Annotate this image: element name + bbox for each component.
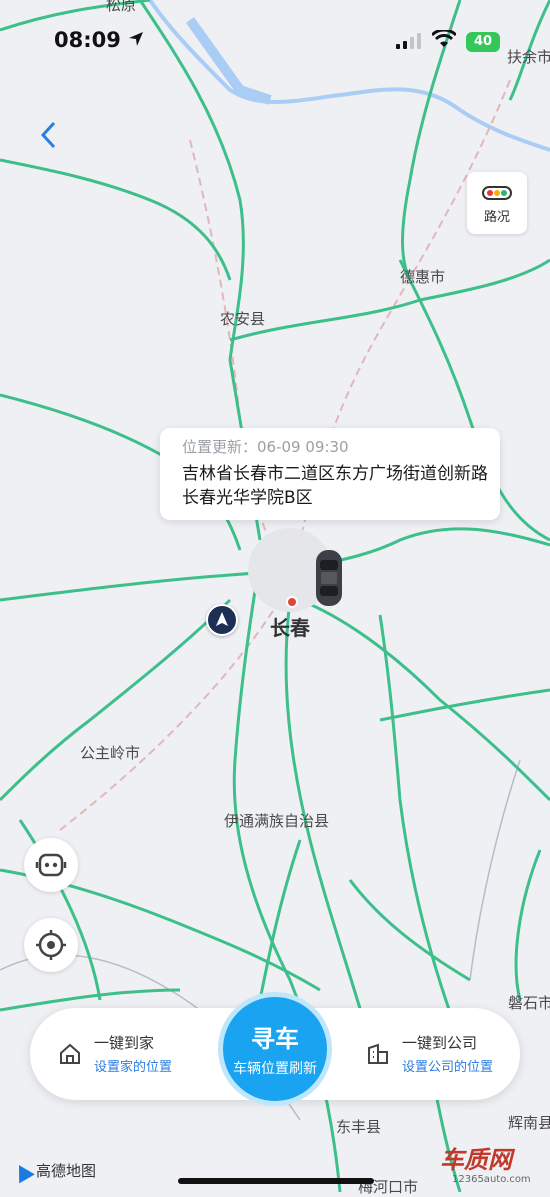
status-time: 08:09 xyxy=(54,28,121,52)
battery-indicator: 40 xyxy=(466,32,500,52)
go-work-button[interactable]: 一键到公司 设置公司的位置 xyxy=(360,1026,520,1082)
city-center-marker xyxy=(286,596,298,608)
chevron-left-icon xyxy=(40,121,56,149)
place-panshi: 磐石市 xyxy=(508,994,550,1012)
place-huinan: 辉南县 xyxy=(508,1114,550,1132)
home-icon xyxy=(60,1043,80,1064)
back-button[interactable] xyxy=(38,120,68,154)
amap-logo-text: 高德地图 xyxy=(36,1162,97,1180)
status-bar: 08:09 40 xyxy=(0,0,550,80)
watermark-logo: 车质网 xyxy=(440,1146,512,1174)
cellular-signal-icon xyxy=(396,33,421,49)
vehicle-location-card: 位置更新：06-09 09:30 吉林省长春市二道区东方广场街道创新路长春光华学… xyxy=(160,428,500,520)
robot-icon xyxy=(35,853,67,877)
amap-logo-icon xyxy=(11,1160,35,1183)
set-home-link[interactable]: 设置家的位置 xyxy=(94,1056,172,1075)
go-home-button[interactable]: 一键到家 设置家的位置 xyxy=(52,1026,212,1082)
traffic-label: 路况 xyxy=(483,210,510,225)
wifi-icon xyxy=(432,30,456,47)
place-dongfeng: 东丰县 xyxy=(336,1118,382,1136)
my-location-icon[interactable] xyxy=(206,604,238,636)
location-arrow-icon xyxy=(129,32,143,46)
home-indicator[interactable] xyxy=(178,1178,374,1184)
find-car-title: 寻车 xyxy=(251,1025,299,1053)
find-car-button[interactable]: 寻车 车辆位置刷新 xyxy=(218,992,332,1106)
vehicle-address: 吉林省长春市二道区东方广场街道创新路长春光华学院B区 xyxy=(182,464,488,508)
assistant-button[interactable] xyxy=(24,838,78,892)
go-home-title: 一键到家 xyxy=(94,1034,155,1052)
car-icon[interactable] xyxy=(313,548,345,608)
traffic-light-icon xyxy=(482,186,512,200)
watermark-url: 12365auto.com xyxy=(452,1174,531,1185)
find-car-subtitle: 车辆位置刷新 xyxy=(233,1061,317,1077)
amap-logo: 高德地图 xyxy=(11,1160,97,1183)
traffic-toggle-button[interactable]: 路况 xyxy=(467,172,527,234)
crosshair-icon xyxy=(36,930,66,960)
go-work-title: 一键到公司 xyxy=(402,1034,478,1052)
office-building-icon xyxy=(368,1043,388,1064)
place-nongan: 农安县 xyxy=(220,310,266,328)
place-dehui: 德惠市 xyxy=(400,268,446,286)
location-updated-time: 位置更新：06-09 09:30 xyxy=(182,438,349,456)
locate-me-button[interactable] xyxy=(24,918,78,972)
place-changchun: 长春 xyxy=(270,616,310,640)
place-gongzhuling: 公主岭市 xyxy=(80,744,141,762)
place-yitong: 伊通满族自治县 xyxy=(224,812,330,830)
set-work-link[interactable]: 设置公司的位置 xyxy=(402,1056,493,1075)
